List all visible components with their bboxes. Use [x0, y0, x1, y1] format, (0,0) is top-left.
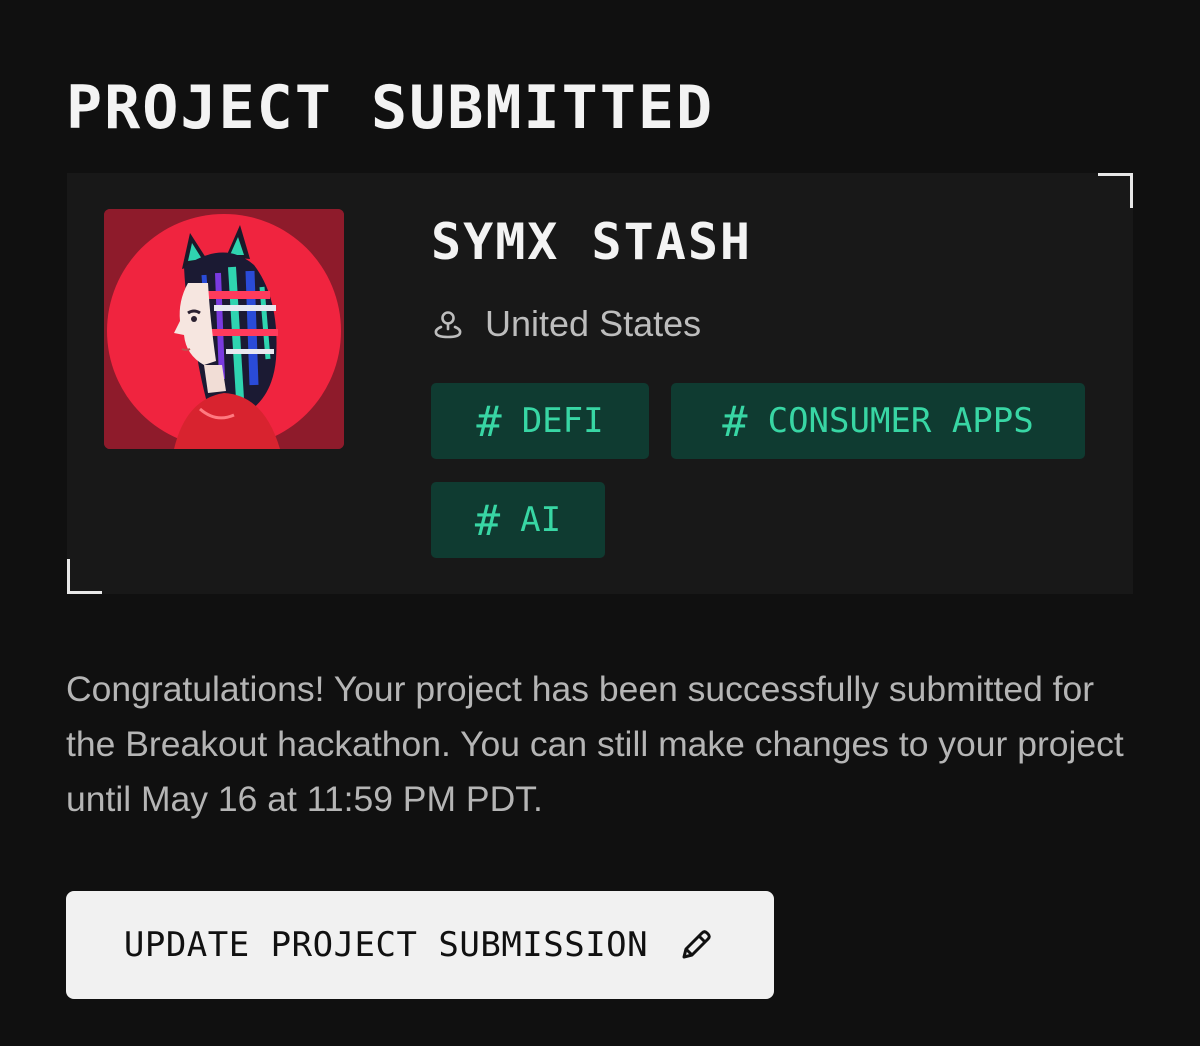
corner-bracket-top-right [1098, 173, 1133, 208]
update-button-label: UPDATE PROJECT SUBMISSION [123, 925, 649, 965]
tag-ai[interactable]: # AI [431, 482, 605, 558]
tag-label: CONSUMER APPS [767, 401, 1034, 441]
project-location: United States [431, 301, 701, 347]
tag-label: AI [520, 500, 562, 540]
location-pin-icon [431, 307, 465, 341]
tag-defi[interactable]: # DEFI [431, 383, 649, 459]
project-card[interactable]: SYMX STASH United States # DEFI # CONSUM… [67, 173, 1133, 594]
hash-icon: # [722, 396, 748, 446]
anime-girl-avatar-image [104, 209, 344, 449]
project-name: SYMX STASH [431, 213, 753, 271]
confirmation-message: Congratulations! Your project has been s… [66, 669, 1124, 819]
update-project-submission-button[interactable]: UPDATE PROJECT SUBMISSION [66, 891, 774, 999]
project-avatar [104, 209, 344, 449]
pencil-icon [676, 925, 716, 965]
location-text: United States [485, 303, 702, 344]
tag-consumer-apps[interactable]: # CONSUMER APPS [671, 383, 1085, 459]
corner-bracket-bottom-left [67, 559, 102, 594]
page-title: PROJECT SUBMITTED [66, 73, 715, 143]
hash-icon: # [476, 396, 502, 446]
tag-label: DEFI [521, 401, 604, 441]
hash-icon: # [474, 495, 501, 545]
